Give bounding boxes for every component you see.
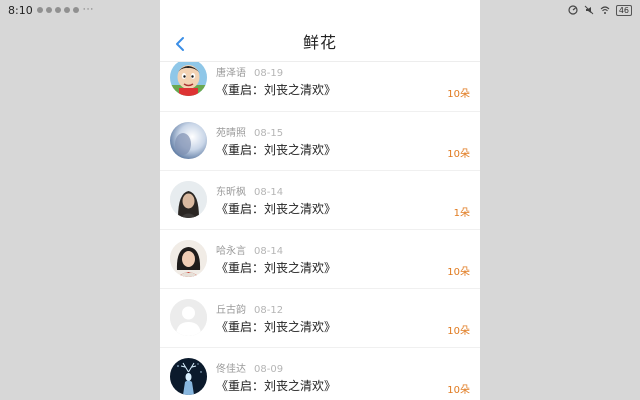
wifi-icon <box>600 6 610 14</box>
gift-date: 08-14 <box>254 246 284 257</box>
back-button[interactable] <box>172 34 188 54</box>
gift-date: 08-15 <box>254 128 284 139</box>
flower-count: 10朵 <box>447 385 470 396</box>
status-time: 8:10 <box>8 3 33 17</box>
deer-avatar-icon <box>170 358 207 395</box>
avatar <box>170 240 207 277</box>
user-name: 苑晴照 <box>216 128 246 139</box>
flower-count: 10朵 <box>447 326 470 337</box>
notification-icon <box>72 7 79 13</box>
photo-avatar-icon <box>170 240 207 277</box>
speed-icon <box>568 5 578 15</box>
portrait-avatar-icon <box>170 181 207 218</box>
flower-count: 10朵 <box>447 89 470 100</box>
more-notifications-icon: ··· <box>82 5 95 15</box>
list-item[interactable]: 东昕枫 08-14 《重启：刘丧之清欢》 1朵 <box>160 171 480 230</box>
flower-count: 10朵 <box>447 267 470 278</box>
blurred-photo-avatar-icon <box>170 122 207 159</box>
gift-date: 08-19 <box>254 68 284 79</box>
gift-date: 08-09 <box>254 364 284 375</box>
gift-date: 08-14 <box>254 187 284 198</box>
notification-icon <box>36 7 43 13</box>
flower-count: 10朵 <box>447 149 470 160</box>
list-item[interactable]: 佟佳达 08-09 《重启：刘丧之清欢》 10朵 <box>160 348 480 400</box>
list-item[interactable]: 哈永言 08-14 《重启：刘丧之清欢》 10朵 <box>160 230 480 289</box>
cartoon-avatar-icon <box>170 59 207 96</box>
mute-icon <box>584 5 594 15</box>
battery-indicator: 46 <box>615 4 632 16</box>
flower-list: 唐泽语 08-19 《重启：刘丧之清欢》 10朵 苑晴照 08-15 《重启：刘… <box>160 59 480 400</box>
user-name: 哈永言 <box>216 246 246 257</box>
notification-icon <box>54 7 61 13</box>
book-title: 《重启：刘丧之清欢》 <box>216 202 337 216</box>
list-item[interactable]: 唐泽语 08-19 《重启：刘丧之清欢》 10朵 <box>160 59 480 112</box>
book-title: 《重启：刘丧之清欢》 <box>216 143 337 157</box>
book-title: 《重启：刘丧之清欢》 <box>216 320 337 334</box>
flowers-panel: 鲜花 唐泽语 08-19 《重启：刘丧之清欢》 10朵 苑晴照 08-15 《重… <box>160 0 480 400</box>
page-title: 鲜花 <box>302 33 337 52</box>
gift-date: 08-12 <box>254 305 284 316</box>
user-name: 唐泽语 <box>216 68 246 79</box>
book-title: 《重启：刘丧之清欢》 <box>216 379 337 393</box>
avatar <box>170 181 207 218</box>
default-avatar-icon <box>170 299 207 336</box>
notification-icon <box>63 7 70 13</box>
nav-header: 鲜花 <box>160 0 480 62</box>
avatar <box>170 122 207 159</box>
user-name: 东昕枫 <box>216 187 246 198</box>
user-name: 佟佳达 <box>216 364 246 375</box>
user-name: 丘古韵 <box>216 305 246 316</box>
chevron-left-icon <box>176 37 184 51</box>
list-item[interactable]: 丘古韵 08-12 《重启：刘丧之清欢》 10朵 <box>160 289 480 348</box>
list-item[interactable]: 苑晴照 08-15 《重启：刘丧之清欢》 10朵 <box>160 112 480 171</box>
avatar <box>170 358 207 395</box>
notification-icons <box>36 7 79 13</box>
book-title: 《重启：刘丧之清欢》 <box>216 83 337 97</box>
book-title: 《重启：刘丧之清欢》 <box>216 261 337 275</box>
notification-icon <box>45 7 52 13</box>
avatar <box>170 299 207 336</box>
flower-count: 1朵 <box>453 208 470 219</box>
avatar <box>170 59 207 96</box>
